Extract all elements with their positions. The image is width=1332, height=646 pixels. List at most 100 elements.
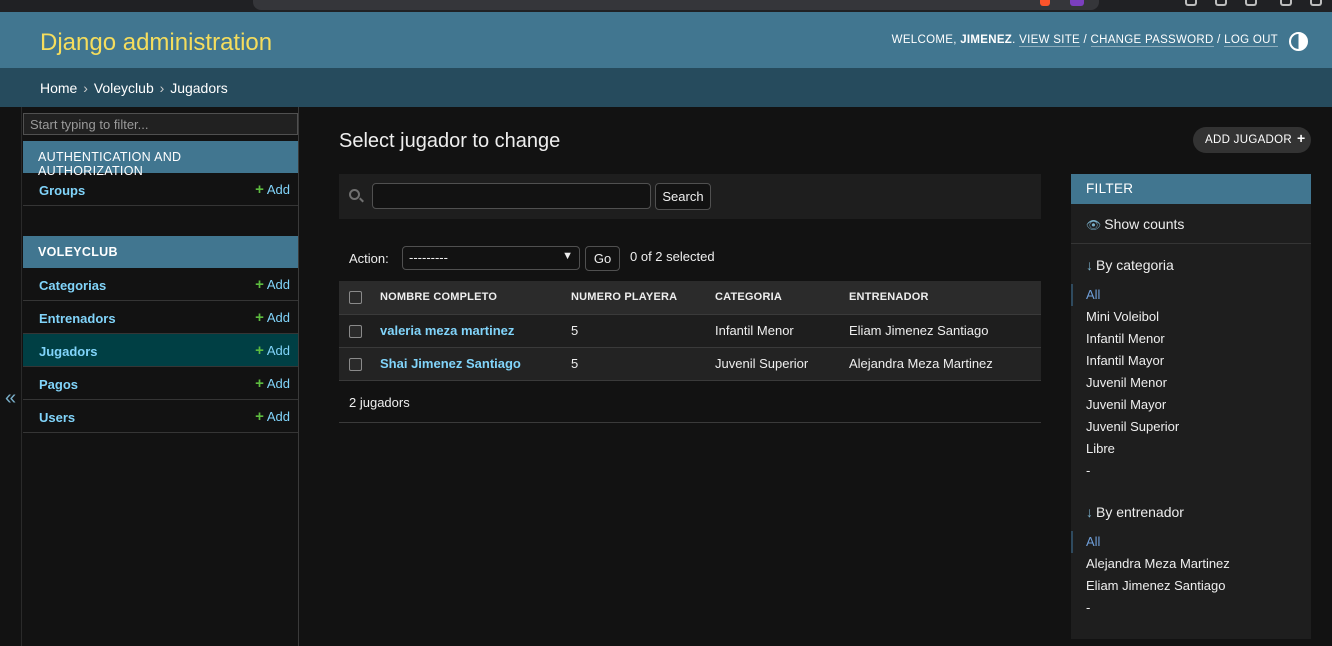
plus-icon: + (255, 181, 264, 198)
breadcrumb-app[interactable]: Voleyclub (94, 80, 154, 96)
plus-icon: + (255, 408, 264, 425)
model-link-users[interactable]: Users (39, 410, 75, 425)
cell-categoria: Juvenil Superior (715, 356, 809, 371)
filter-option[interactable]: - (1086, 460, 1179, 482)
column-header-numero[interactable]: NUMERO PLAYERA (563, 281, 707, 315)
table-row: Shai Jimenez Santiago 5 Juvenil Superior… (339, 347, 1041, 380)
show-counts-label: Show counts (1104, 216, 1185, 232)
add-label: Add (266, 343, 290, 358)
separator: / (1083, 34, 1087, 46)
extensions-icon[interactable] (1185, 0, 1197, 6)
model-link-entrenadors[interactable]: Entrenadors (39, 311, 116, 326)
site-name[interactable]: Django administration (40, 29, 272, 57)
eye-icon: 👁 (1086, 218, 1102, 232)
window-icon[interactable] (1245, 0, 1257, 6)
jugador-link[interactable]: valeria meza martinez (380, 323, 514, 338)
filter-option[interactable]: Infantil Menor (1086, 328, 1179, 350)
log-out-link[interactable]: LOG OUT (1224, 34, 1278, 47)
show-counts-link[interactable]: 👁 Show counts (1071, 204, 1311, 244)
module-caption-voleyclub[interactable]: VOLEYCLUB (23, 236, 298, 268)
filter-title-text: By categoria (1096, 257, 1174, 273)
add-jugador-button[interactable]: ADD JUGADOR + (1193, 127, 1311, 153)
filter-option-all[interactable]: All (1086, 284, 1179, 306)
search-button[interactable]: Search (655, 183, 711, 210)
site-header: Django administration WELCOME, JIMENEZ. … (0, 12, 1332, 68)
theme-toggle-icon[interactable] (1289, 32, 1308, 51)
nav-filter-input[interactable] (23, 113, 298, 135)
model-link-groups[interactable]: Groups (39, 183, 85, 198)
view-site-link[interactable]: VIEW SITE (1019, 34, 1080, 47)
filter-option[interactable]: Mini Voleibol (1086, 306, 1179, 328)
search-input[interactable] (372, 183, 651, 209)
address-bar[interactable] (253, 0, 1099, 10)
sidebar-item-groups: Groups + Add (23, 173, 298, 206)
cell-entrenador: Alejandra Meza Martinez (849, 356, 993, 371)
actions-bar: Action: --------- ▼ Go 0 of 2 selected (339, 243, 1041, 273)
action-select-value: --------- (409, 250, 448, 265)
account-icon[interactable] (1280, 0, 1292, 6)
plus-icon: + (255, 342, 264, 359)
filter-option[interactable]: Libre (1086, 438, 1179, 460)
plus-icon: + (255, 309, 264, 326)
select-all-cell (339, 281, 372, 315)
table-header-row: NOMBRE COMPLETO NUMERO PLAYERA CATEGORIA… (339, 281, 1041, 315)
filter-option[interactable]: Juvenil Mayor (1086, 394, 1179, 416)
model-link-categorias[interactable]: Categorias (39, 278, 106, 293)
add-label: Add (266, 409, 290, 424)
add-entrenadors-link[interactable]: + Add (255, 309, 290, 326)
add-label: Add (266, 376, 290, 391)
toggle-nav-sidebar[interactable]: « (0, 107, 22, 646)
filter-option[interactable]: Eliam Jimenez Santiago (1086, 575, 1230, 597)
filter-option[interactable]: Alejandra Meza Martinez (1086, 553, 1230, 575)
select-all-checkbox[interactable] (349, 290, 362, 304)
filter-option[interactable]: Juvenil Menor (1086, 372, 1179, 394)
add-users-link[interactable]: + Add (255, 408, 290, 425)
filter-option[interactable]: - (1086, 597, 1230, 619)
add-pagos-link[interactable]: + Add (255, 375, 290, 392)
change-password-link[interactable]: CHANGE PASSWORD (1090, 34, 1214, 47)
arrow-down-icon[interactable]: ↓ (1086, 257, 1093, 273)
settings-icon[interactable] (1310, 0, 1322, 6)
sidebar-item-pagos: Pagos + Add (23, 367, 298, 400)
breadcrumb-separator: › (83, 80, 88, 96)
changelist-filter: FILTER 👁 Show counts ↓ By categoria All Mi… (1071, 174, 1311, 639)
sidebar-item-categorias: Categorias + Add (23, 268, 298, 301)
arrow-down-icon[interactable]: ↓ (1086, 504, 1093, 520)
brave-shield-icon[interactable] (1040, 0, 1050, 6)
add-label: Add (266, 310, 290, 325)
add-label: Add (266, 277, 290, 292)
row-checkbox[interactable] (349, 325, 362, 339)
filter-list-categoria: All Mini Voleibol Infantil Menor Infanti… (1086, 284, 1179, 482)
sidebar-item-jugadors: Jugadors + Add (23, 334, 298, 367)
filter-title-text: By entrenador (1096, 504, 1184, 520)
filter-option[interactable]: Juvenil Superior (1086, 416, 1179, 438)
tab-icon[interactable] (1215, 0, 1227, 6)
module-caption-auth[interactable]: AUTHENTICATION AND AUTHORIZATION (23, 141, 298, 178)
filter-option-all[interactable]: All (1086, 531, 1230, 553)
plus-icon: + (255, 375, 264, 392)
action-label: Action: (349, 251, 389, 266)
paginator: 2 jugadors (339, 380, 1041, 423)
column-header-categoria[interactable]: CATEGORIA (707, 281, 841, 315)
add-jugadors-link[interactable]: + Add (255, 342, 290, 359)
sidebar-item-users: Users + Add (23, 400, 298, 433)
filter-option[interactable]: Infantil Mayor (1086, 350, 1179, 372)
column-header-entrenador[interactable]: ENTRENADOR (841, 281, 1041, 315)
filter-list-entrenador: All Alejandra Meza Martinez Eliam Jimene… (1086, 531, 1230, 619)
add-groups-link[interactable]: + Add (255, 181, 290, 198)
model-link-pagos[interactable]: Pagos (39, 377, 78, 392)
add-categorias-link[interactable]: + Add (255, 276, 290, 293)
column-header-nombre[interactable]: NOMBRE COMPLETO (372, 281, 563, 315)
action-select[interactable]: --------- ▼ (402, 246, 580, 270)
model-link-jugadors[interactable]: Jugadors (39, 344, 98, 359)
jugador-link[interactable]: Shai Jimenez Santiago (380, 356, 521, 371)
breadcrumb-home[interactable]: Home (40, 80, 77, 96)
go-button[interactable]: Go (585, 246, 620, 271)
collapse-sidebar-icon[interactable]: « (5, 387, 16, 410)
row-checkbox[interactable] (349, 358, 362, 372)
nav-sidebar: AUTHENTICATION AND AUTHORIZATION Groups … (22, 107, 299, 646)
filter-title-entrenador: ↓ By entrenador (1086, 504, 1184, 520)
extension-icon[interactable] (1070, 0, 1084, 6)
filter-caption: FILTER (1071, 174, 1311, 204)
table-row: valeria meza martinez 5 Infantil Menor E… (339, 314, 1041, 347)
